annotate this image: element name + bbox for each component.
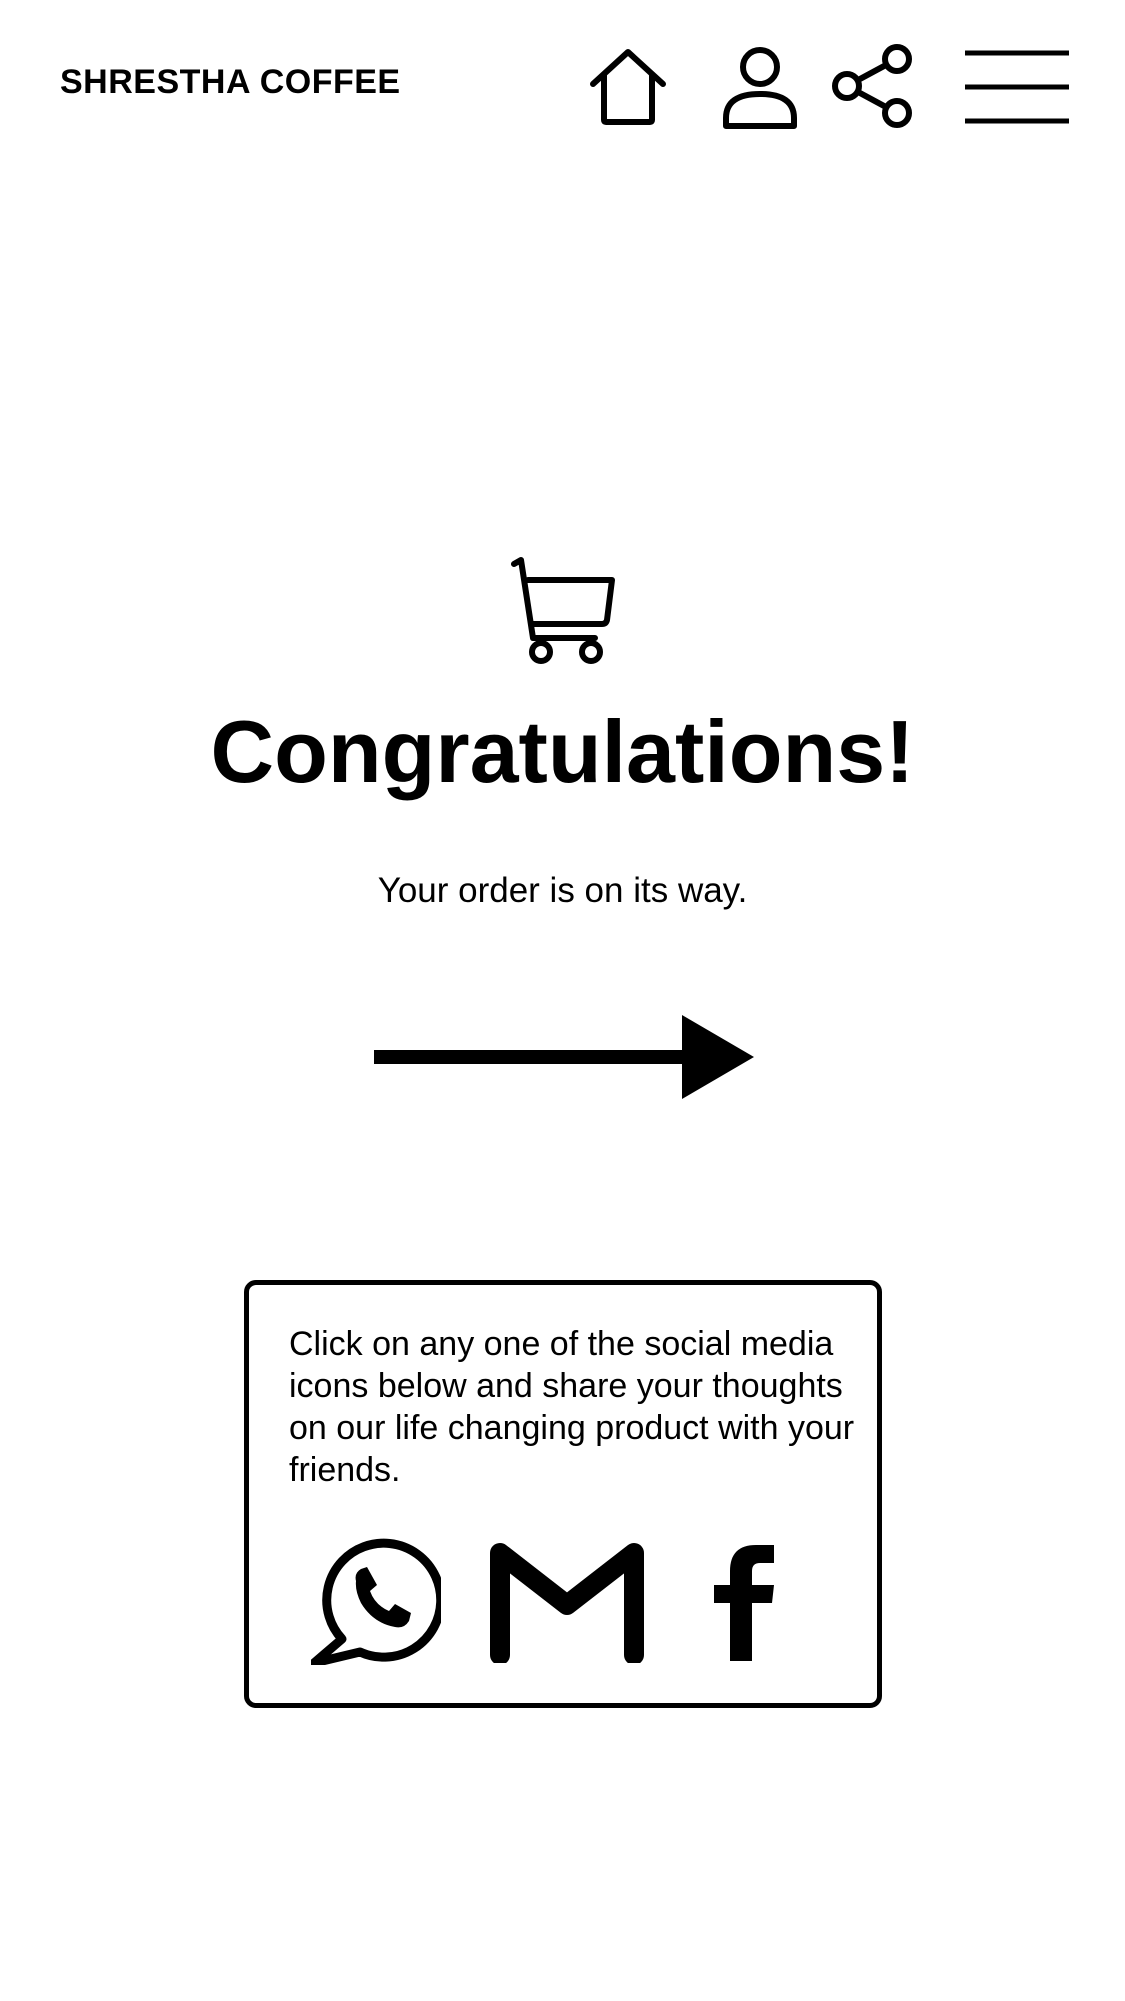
whatsapp-icon[interactable]	[311, 1533, 441, 1665]
share-card: Click on any one of the social media ico…	[244, 1280, 882, 1708]
gmail-icon[interactable]	[489, 1541, 645, 1663]
user-icon[interactable]	[722, 46, 798, 130]
share-instructions: Click on any one of the social media ico…	[289, 1325, 855, 1489]
arrow-right-icon[interactable]	[370, 1012, 758, 1102]
brand-name[interactable]: SHRESTHA COFFEE	[60, 62, 401, 102]
home-icon[interactable]	[588, 47, 668, 127]
facebook-icon[interactable]	[712, 1543, 776, 1661]
shopping-cart-icon	[511, 556, 617, 664]
page-title: Congratulations!	[210, 702, 915, 801]
order-status-text: Your order is on its way.	[377, 871, 748, 910]
hamburger-menu-icon[interactable]	[963, 48, 1071, 126]
app-header: SHRESTHA COFFEE	[0, 0, 1125, 170]
share-icon[interactable]	[828, 43, 916, 129]
